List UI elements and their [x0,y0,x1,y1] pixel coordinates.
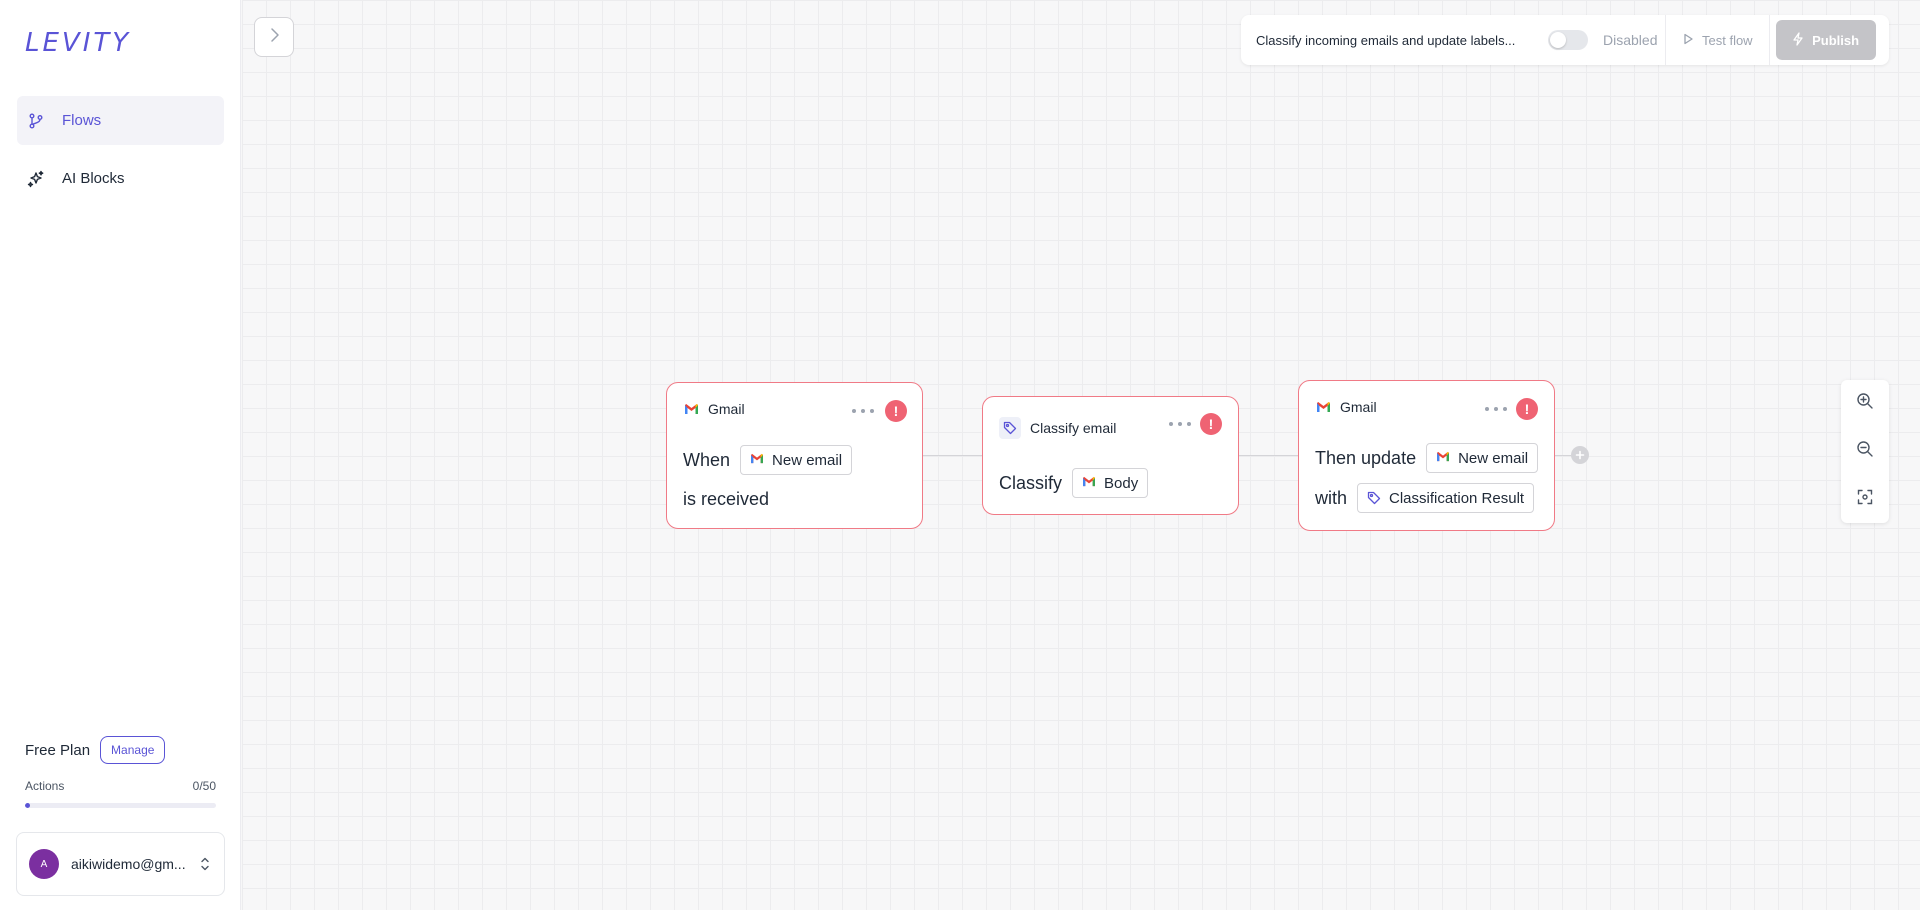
manage-plan-button[interactable]: Manage [100,736,166,764]
node-more-icon[interactable] [1169,417,1191,431]
flow-node-classify[interactable]: Classify email ! Classify Body [982,396,1239,515]
node-sentence-line: Then update New email [1315,443,1539,473]
plan-label: Free Plan [25,741,91,759]
node-app-name: Gmail [708,401,745,417]
error-icon[interactable]: ! [1516,398,1538,420]
chip-label: New email [772,451,843,469]
node-text-prefix: Then update [1315,447,1417,468]
chevron-up-down-icon [198,855,212,873]
tag-icon [999,417,1021,439]
node-sentence-line: with Classification Result [1315,483,1535,513]
sparkles-icon [27,170,45,188]
node-more-icon[interactable] [852,404,874,418]
node-app-name: Classify email [1030,420,1117,436]
node-text-prefix: with [1315,487,1348,508]
actions-progress-fill [25,803,30,808]
toggle-knob [1550,32,1566,48]
fit-view-icon [1857,489,1873,510]
flow-toolbar: Classify incoming emails and update labe… [1241,15,1889,65]
error-icon[interactable]: ! [1200,413,1222,435]
publish-label: Publish [1812,32,1860,48]
actions-progress-bar [25,803,216,808]
gmail-icon [1436,451,1450,465]
zoom-in-button[interactable] [1841,380,1889,428]
node-connector [923,455,982,456]
variable-chip[interactable]: Body [1072,468,1149,498]
plus-icon [1575,447,1585,463]
avatar: A [29,849,59,879]
test-flow-label: Test flow [1702,32,1753,48]
zoom-controls [1841,380,1889,523]
user-menu[interactable]: A aikiwidemo@gm... [16,832,225,896]
sidebar-item-flows[interactable]: Flows [17,96,224,145]
test-flow-button[interactable]: Test flow [1666,15,1769,65]
gmail-icon [1082,476,1096,490]
plan-row: Free Plan Manage [25,736,166,764]
gmail-icon [1315,399,1331,415]
sidebar-item-ai-blocks[interactable]: AI Blocks [17,154,224,203]
expand-sidebar-button[interactable] [254,17,294,57]
gmail-icon [683,401,699,417]
tag-icon [1367,491,1381,505]
node-sentence-line: is received [683,489,769,510]
divider [1768,15,1770,65]
node-app-name: Gmail [1340,399,1377,415]
variable-chip[interactable]: New email [740,445,853,475]
zoom-out-icon [1856,440,1874,463]
git-branch-icon [27,112,45,130]
node-text-suffix: is received [683,489,770,509]
node-header: Classify email [999,417,1116,439]
flow-node-action[interactable]: Gmail ! Then update New email with Class… [1298,380,1555,531]
publish-button[interactable]: Publish [1775,20,1876,60]
node-header: Gmail [1315,399,1377,415]
chip-label: New email [1458,449,1529,467]
node-connector [1554,455,1571,456]
actions-count: 0/50 [192,779,216,793]
node-sentence-line: When New email [683,445,853,475]
actions-label: Actions [25,779,65,793]
levity-logo[interactable]: LEVITY [25,28,131,58]
gmail-icon [750,453,764,467]
sidebar-item-label: AI Blocks [62,170,125,187]
variable-chip[interactable]: New email [1426,443,1539,473]
node-more-icon[interactable] [1485,402,1507,416]
flow-node-trigger[interactable]: Gmail ! When New email is received [666,382,923,529]
node-connector [1239,455,1298,456]
zoom-in-icon [1856,392,1874,415]
error-icon[interactable]: ! [885,400,907,422]
node-header: Gmail [683,401,745,417]
node-text-prefix: Classify [999,472,1063,493]
chip-label: Classification Result [1389,489,1525,507]
actions-usage: Actions 0/50 [25,779,216,793]
user-email: aikiwidemo@gm... [71,856,186,872]
chip-label: Body [1104,474,1139,492]
flow-enabled-toggle[interactable] [1548,30,1588,50]
toggle-status-label: Disabled [1603,32,1658,48]
play-icon [1682,33,1694,48]
flow-title[interactable]: Classify incoming emails and update labe… [1256,33,1536,48]
sidebar-item-label: Flows [62,112,102,129]
node-sentence-line: Classify Body [999,468,1149,498]
fit-view-button[interactable] [1841,475,1889,523]
sidebar: LEVITY Flows AI Blocks Free Plan Manage … [0,0,241,910]
lightning-icon [1792,31,1804,49]
node-text-prefix: When [683,449,731,470]
add-step-button[interactable] [1571,446,1589,464]
chevron-right-icon [267,27,281,48]
zoom-out-button[interactable] [1841,428,1889,476]
variable-chip[interactable]: Classification Result [1357,483,1535,513]
